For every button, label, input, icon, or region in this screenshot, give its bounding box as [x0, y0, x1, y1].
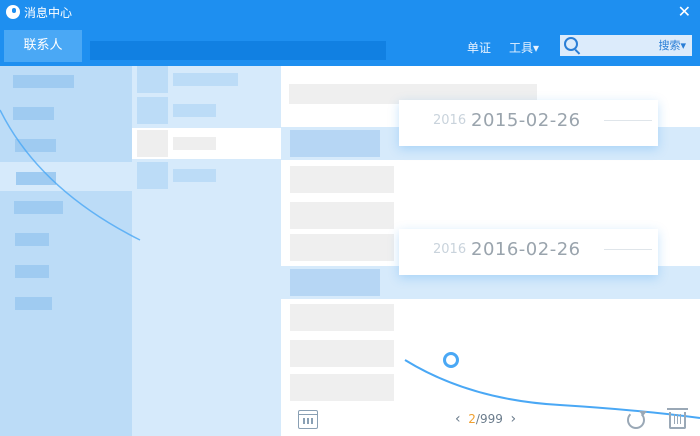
search-icon [564, 37, 578, 51]
timeline-dot [443, 352, 459, 368]
timeline-year: 2016 [433, 113, 467, 128]
timeline-date: 2015-02-26 [471, 110, 581, 131]
avatar [137, 97, 168, 124]
link-documents[interactable]: 单证 [467, 40, 491, 56]
tools-menu[interactable]: 工具▾ [509, 40, 539, 56]
title-bar: 消息中心 ✕ [0, 0, 700, 26]
toolbar-placeholder-bar [90, 41, 386, 60]
tools-menu-label: 工具 [509, 41, 534, 55]
category-item[interactable] [14, 201, 63, 214]
timeline-date: 2016-02-26 [471, 239, 581, 260]
avatar [137, 66, 168, 93]
message-row[interactable] [290, 202, 394, 229]
next-page-button[interactable]: › [510, 411, 516, 427]
contact-item[interactable] [173, 73, 238, 86]
category-item[interactable] [15, 139, 56, 152]
message-row[interactable] [290, 130, 380, 157]
message-row[interactable] [290, 166, 394, 193]
close-icon[interactable]: ✕ [678, 3, 691, 21]
window-title: 消息中心 [24, 6, 73, 20]
contact-item[interactable] [173, 137, 216, 150]
logo-icon [6, 5, 20, 19]
tab-contacts[interactable]: 联系人 [4, 30, 82, 62]
refresh-icon[interactable] [627, 411, 647, 429]
message-row[interactable] [290, 304, 394, 331]
divider [604, 249, 652, 250]
divider [604, 120, 652, 121]
category-item[interactable] [16, 172, 56, 185]
category-item[interactable] [15, 265, 49, 278]
pagination: ‹ 2/999 › [455, 410, 516, 428]
contact-item[interactable] [173, 104, 216, 117]
toolbar: 联系人 单证 工具▾ 搜索▾ [0, 26, 700, 66]
category-item[interactable] [13, 107, 54, 120]
timeline-card: 2016 2015-02-26 [399, 100, 658, 146]
category-item[interactable] [13, 75, 74, 88]
avatar [137, 162, 168, 189]
contact-item[interactable] [173, 169, 216, 182]
prev-page-button[interactable]: ‹ [455, 411, 461, 427]
trash-icon[interactable] [667, 408, 688, 429]
contact-list [132, 66, 281, 436]
message-row[interactable] [290, 234, 394, 261]
chevron-down-icon: ▾ [533, 41, 540, 55]
current-page: 2 [468, 412, 476, 426]
category-item[interactable] [15, 233, 49, 246]
timeline-card: 2016 2016-02-26 [399, 229, 658, 275]
search-input[interactable]: 搜索▾ [560, 35, 692, 56]
calendar-icon[interactable] [298, 410, 318, 429]
search-dropdown[interactable]: 搜索▾ [658, 38, 686, 53]
category-item[interactable] [15, 297, 52, 310]
timeline-year: 2016 [433, 242, 467, 257]
avatar [137, 130, 168, 157]
search-label: 搜索 [658, 39, 681, 52]
message-row[interactable] [290, 269, 380, 296]
chevron-down-icon: ▾ [680, 39, 686, 52]
message-row[interactable] [290, 374, 394, 401]
message-row[interactable] [290, 340, 394, 367]
category-list [0, 66, 132, 436]
total-pages: 999 [479, 412, 503, 426]
